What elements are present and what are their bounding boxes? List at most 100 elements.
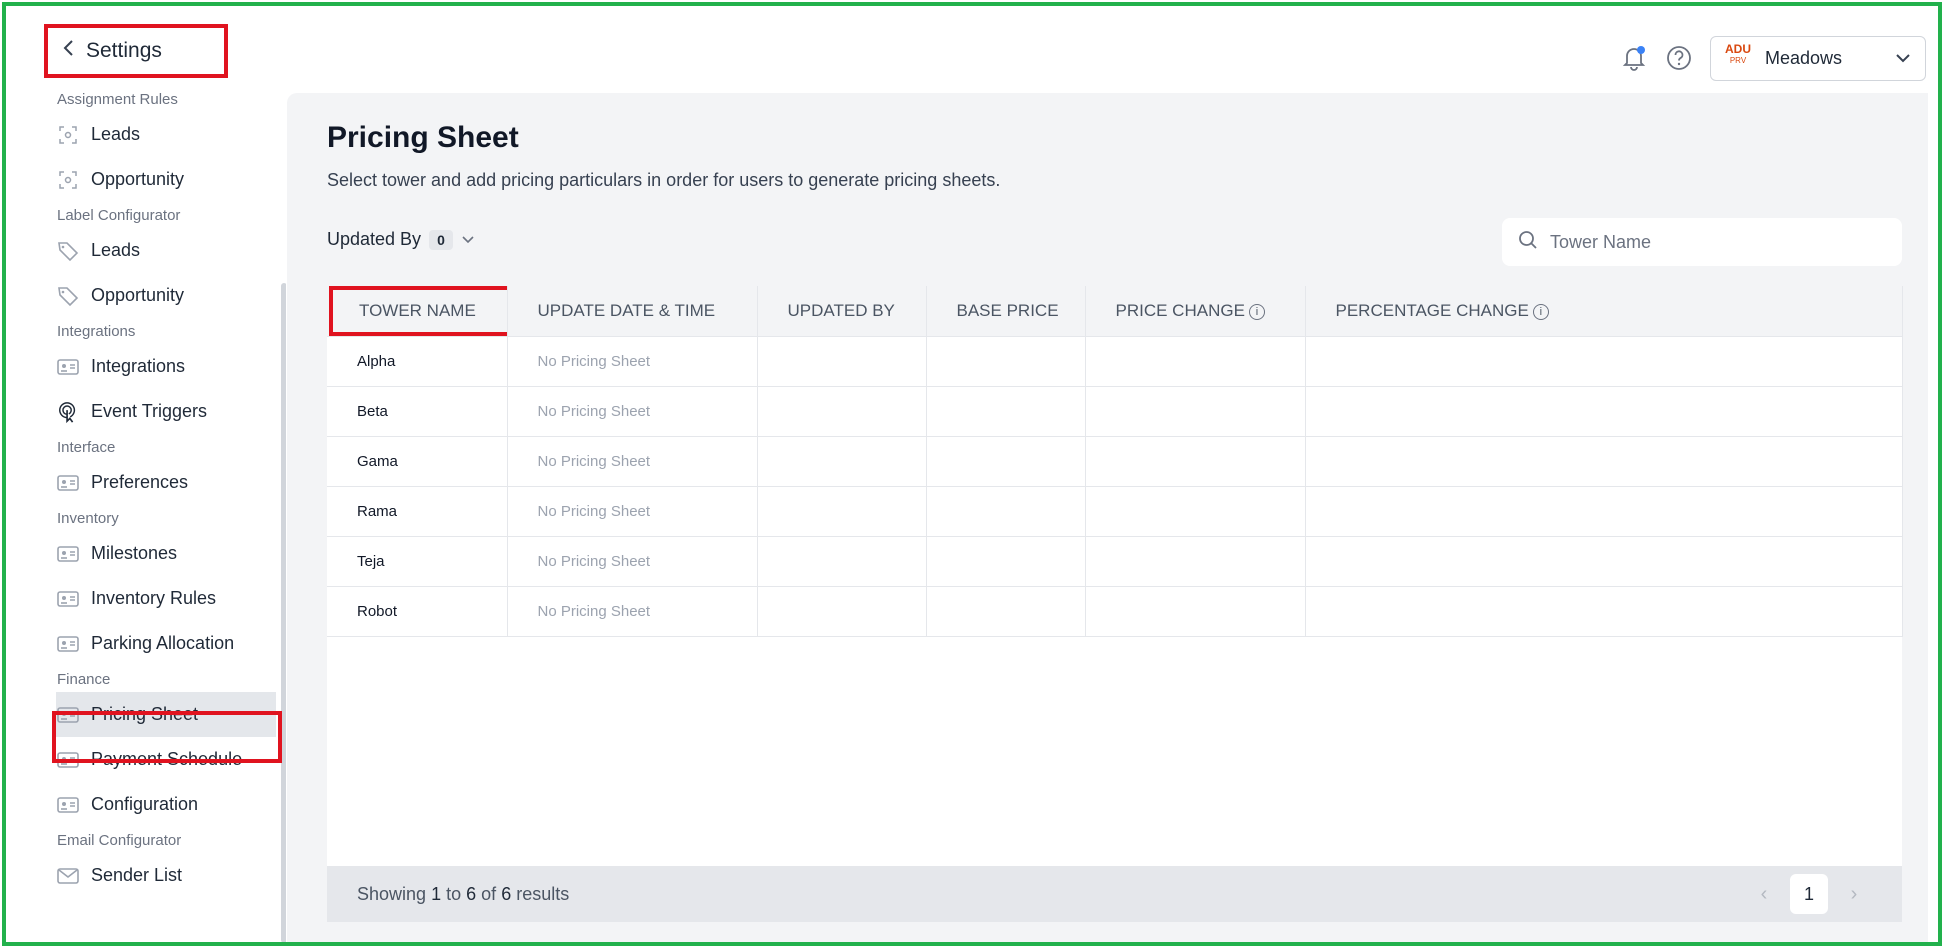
cell-update-date: No Pricing Sheet: [507, 536, 758, 587]
id-card-icon: [57, 356, 79, 378]
results-to: 6: [466, 883, 477, 904]
column-header-label: PRICE CHANGE: [1115, 301, 1245, 320]
cell-base-price: [926, 486, 1086, 537]
sidebar-item-label: Leads: [91, 124, 141, 144]
cell-base-price: [926, 536, 1086, 587]
sidebar-section-label: Assignment Rules: [57, 90, 178, 108]
sidebar-section-label: Integrations: [57, 322, 136, 340]
settings-back-button[interactable]: Settings: [44, 24, 228, 78]
sidebar-item-label: Inventory Rules: [91, 588, 217, 608]
sidebar-item-opportunity[interactable]: Opportunity: [6, 273, 286, 318]
id-card-icon: [57, 472, 79, 494]
column-header-label: TOWER NAME: [359, 301, 476, 320]
id-card-icon: [57, 749, 79, 771]
table-row[interactable]: Teja No Pricing Sheet: [327, 536, 1903, 587]
column-header-tower-name[interactable]: TOWER NAME: [327, 286, 543, 337]
cell-percentage-change: [1305, 436, 1903, 487]
column-header-update-date[interactable]: UPDATE DATE & TIME: [507, 286, 758, 337]
cell-price-change: [1085, 536, 1306, 587]
cell-percentage-change: [1305, 386, 1903, 437]
results-suffix: results: [516, 883, 570, 904]
column-header-price-change[interactable]: PRICE CHANGE i: [1085, 286, 1306, 337]
table-row[interactable]: Alpha No Pricing Sheet: [327, 336, 1903, 387]
column-header-base-price[interactable]: BASE PRICE: [926, 286, 1086, 337]
sidebar-item-milestones[interactable]: Milestones: [6, 531, 286, 576]
sidebar-item-label: Integrations: [91, 356, 186, 376]
target-icon: [57, 169, 79, 191]
sidebar-scrollbar[interactable]: [281, 283, 286, 942]
cell-percentage-change: [1305, 486, 1903, 537]
chevron-down-icon: [1895, 50, 1911, 68]
company-logo: ADU PRV: [1721, 41, 1755, 74]
sidebar-item-preferences[interactable]: Preferences: [6, 460, 286, 505]
cell-updated-by: [757, 336, 927, 387]
table-header-row: TOWER NAME UPDATE DATE & TIME UPDATED BY…: [327, 286, 1903, 337]
cell-tower-name: Gama: [327, 436, 508, 487]
sidebar-section-label: Inventory: [57, 509, 119, 527]
company-logo-text: ADU: [1725, 41, 1751, 56]
sidebar-item-label: Parking Allocation: [91, 633, 235, 653]
cell-percentage-change: [1305, 536, 1903, 587]
info-icon[interactable]: i: [1248, 303, 1265, 320]
sidebar-item-label: Preferences: [91, 472, 189, 492]
company-name: Meadows: [1765, 48, 1843, 68]
sidebar-item-parking-allocation[interactable]: Parking Allocation: [6, 621, 286, 666]
cell-price-change: [1085, 436, 1306, 487]
notification-bell-icon[interactable]: [1620, 44, 1648, 72]
page-button-current[interactable]: 1: [1790, 874, 1828, 914]
cell-base-price: [926, 436, 1086, 487]
table-row[interactable]: Beta No Pricing Sheet: [327, 386, 1903, 437]
cell-update-date: No Pricing Sheet: [507, 436, 758, 487]
prev-page-icon[interactable]: ‹: [1752, 883, 1776, 906]
company-selector[interactable]: ADU PRV Meadows: [1710, 36, 1926, 81]
cell-tower-name: Rama: [327, 486, 508, 537]
id-card-icon: [57, 794, 79, 816]
cell-updated-by: [757, 486, 927, 537]
sidebar-section-label: Label Configurator: [57, 206, 181, 224]
column-header-percentage-change[interactable]: PERCENTAGE CHANGE i: [1305, 286, 1903, 337]
cell-updated-by: [757, 536, 927, 587]
tag-icon: [57, 285, 79, 307]
sidebar-item-pricing-sheet[interactable]: Pricing Sheet: [56, 692, 276, 737]
tower-search-box[interactable]: [1502, 218, 1902, 266]
results-total: 6: [501, 883, 512, 904]
sidebar-item-label: Sender List: [91, 865, 183, 885]
cell-updated-by: [757, 586, 927, 637]
results-of-word: of: [481, 883, 497, 904]
sidebar-item-payment-schedule[interactable]: Payment Schedule: [6, 737, 286, 782]
table-row[interactable]: Robot No Pricing Sheet: [327, 586, 1903, 637]
table-row[interactable]: Rama No Pricing Sheet: [327, 486, 1903, 537]
sidebar-item-opportunity[interactable]: Opportunity: [6, 157, 286, 202]
help-icon[interactable]: [1665, 44, 1693, 72]
cell-price-change: [1085, 586, 1306, 637]
tower-search-input[interactable]: [1550, 231, 1880, 253]
results-prefix: Showing: [357, 883, 427, 904]
info-icon[interactable]: i: [1532, 303, 1549, 320]
id-card-icon: [57, 633, 79, 655]
sidebar-item-label: Event Triggers: [91, 401, 208, 421]
next-page-icon[interactable]: ›: [1842, 883, 1866, 906]
company-logo-sub: PRV: [1729, 55, 1747, 65]
cell-percentage-change: [1305, 586, 1903, 637]
updated-by-filter[interactable]: Updated By 0: [327, 229, 475, 250]
cell-tower-name: Robot: [327, 586, 508, 637]
sidebar-item-label: Opportunity: [91, 285, 185, 305]
sidebar-item-sender-list[interactable]: Sender List: [6, 853, 286, 898]
cell-base-price: [926, 386, 1086, 437]
settings-back-label: Settings: [86, 39, 162, 62]
cell-updated-by: [757, 436, 927, 487]
results-from: 1: [431, 883, 442, 904]
tag-icon: [57, 240, 79, 262]
sidebar-item-leads[interactable]: Leads: [6, 112, 286, 157]
sidebar-item-integrations[interactable]: Integrations: [6, 344, 286, 389]
sidebar-item-configuration[interactable]: Configuration: [6, 782, 286, 827]
sidebar-item-leads[interactable]: Leads: [6, 228, 286, 273]
table-footer: Showing 1 to 6 of 6 results ‹ 1 ›: [327, 866, 1902, 922]
sidebar-item-label: Leads: [91, 240, 141, 260]
cell-tower-name: Teja: [327, 536, 508, 587]
cell-price-change: [1085, 336, 1306, 387]
table-row[interactable]: Gama No Pricing Sheet: [327, 436, 1903, 487]
sidebar-item-inventory-rules[interactable]: Inventory Rules: [6, 576, 286, 621]
column-header-updated-by[interactable]: UPDATED BY: [757, 286, 927, 337]
sidebar-item-event-triggers[interactable]: Event Triggers: [6, 389, 286, 434]
